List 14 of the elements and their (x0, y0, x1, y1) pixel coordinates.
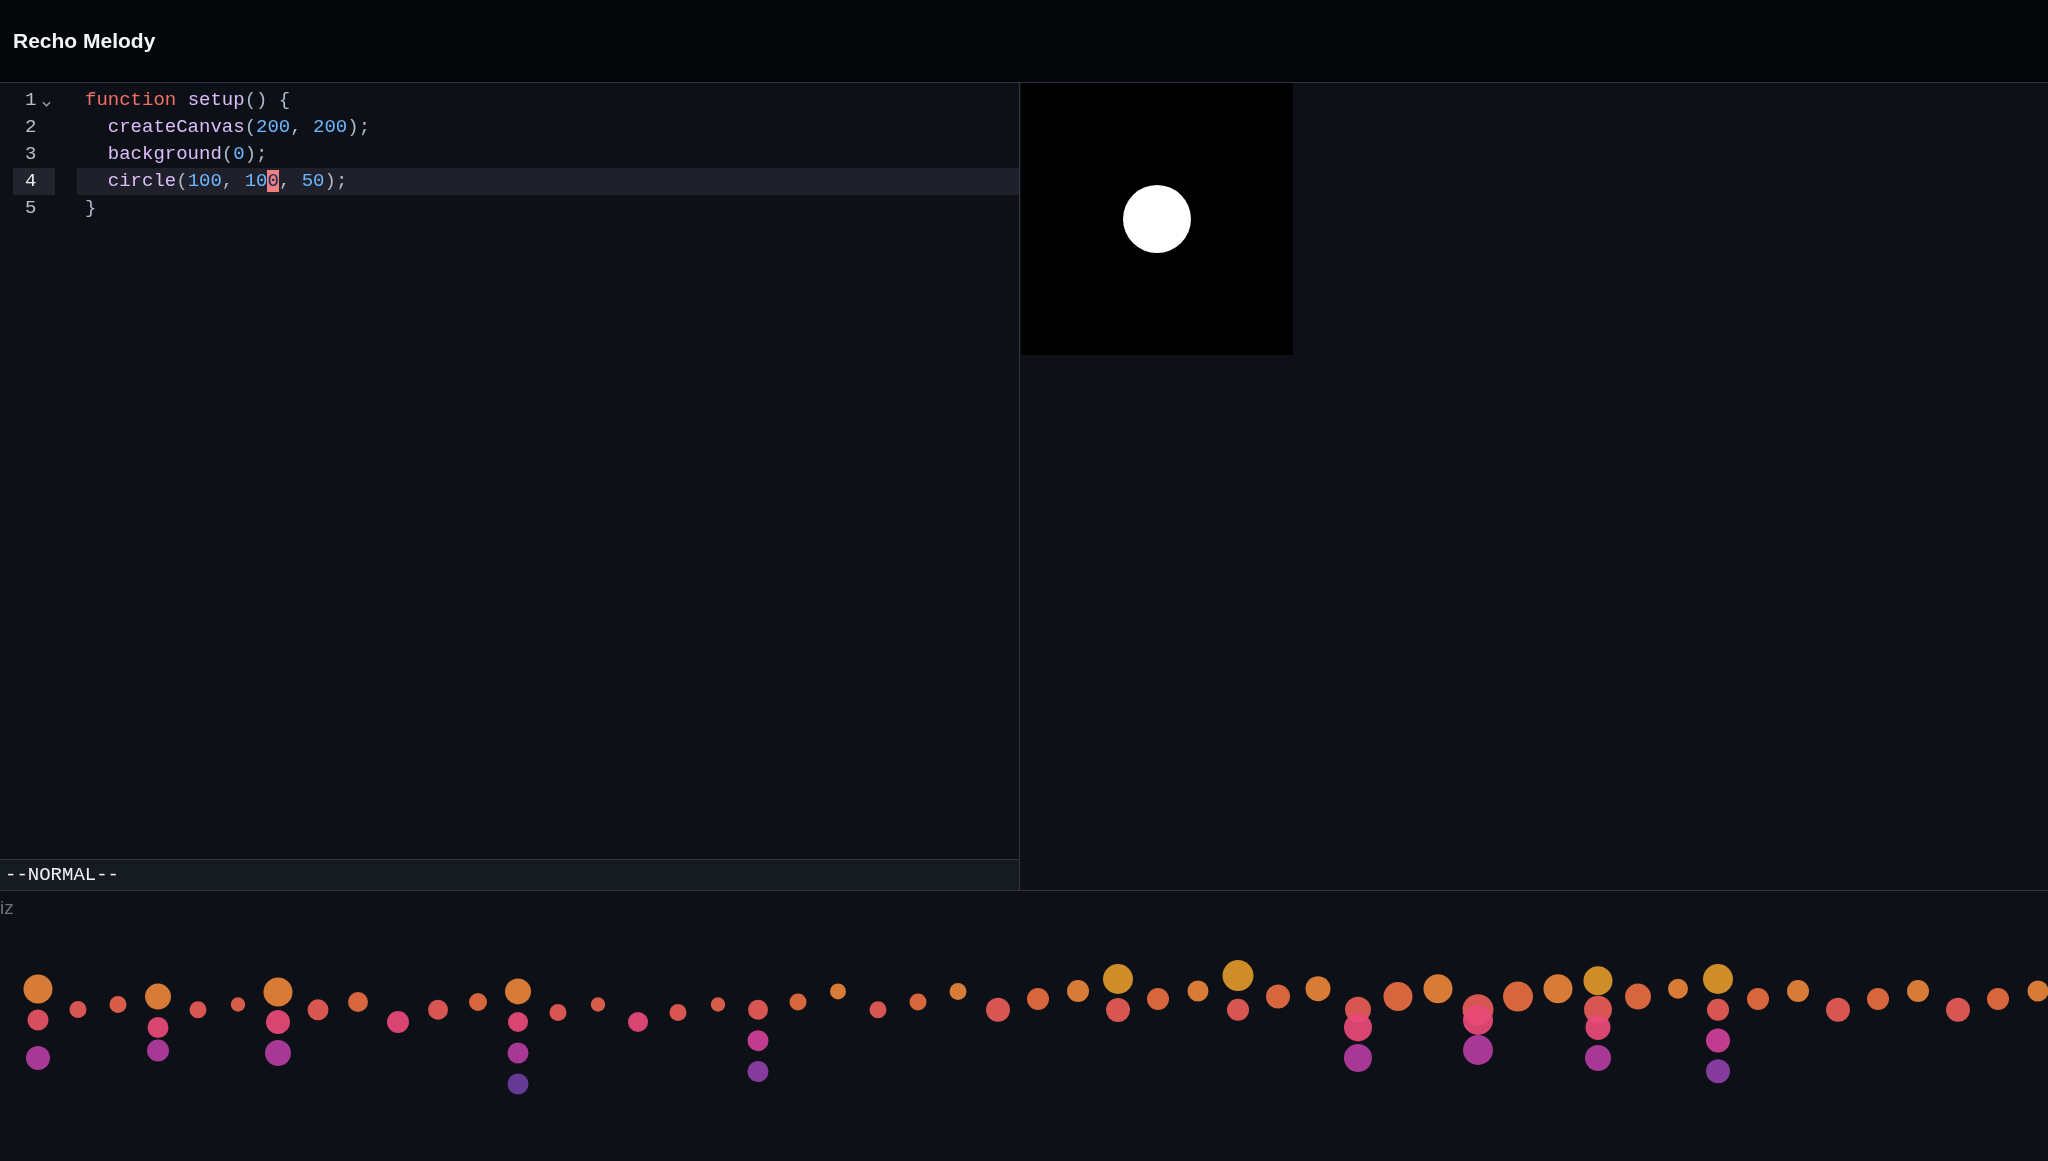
code-line: circle(100, 100, 50); (107, 169, 348, 194)
line-number: 5 (25, 196, 37, 221)
chevron-down-icon[interactable] (42, 101, 52, 107)
app-title: Recho Melody (13, 29, 156, 53)
code-line: createCanvas(200, 200); (107, 115, 371, 140)
code-line: function setup() { (85, 88, 291, 113)
line-number: 3 (25, 142, 37, 167)
code-line: } (85, 196, 97, 221)
vim-mode-indicator: --NORMAL-- (5, 864, 120, 886)
panel-label: iz (0, 897, 14, 919)
line-number: 4 (25, 169, 37, 194)
line-number: 1 (25, 88, 37, 113)
code-line: background(0); (107, 142, 268, 167)
line-number: 2 (25, 115, 37, 140)
